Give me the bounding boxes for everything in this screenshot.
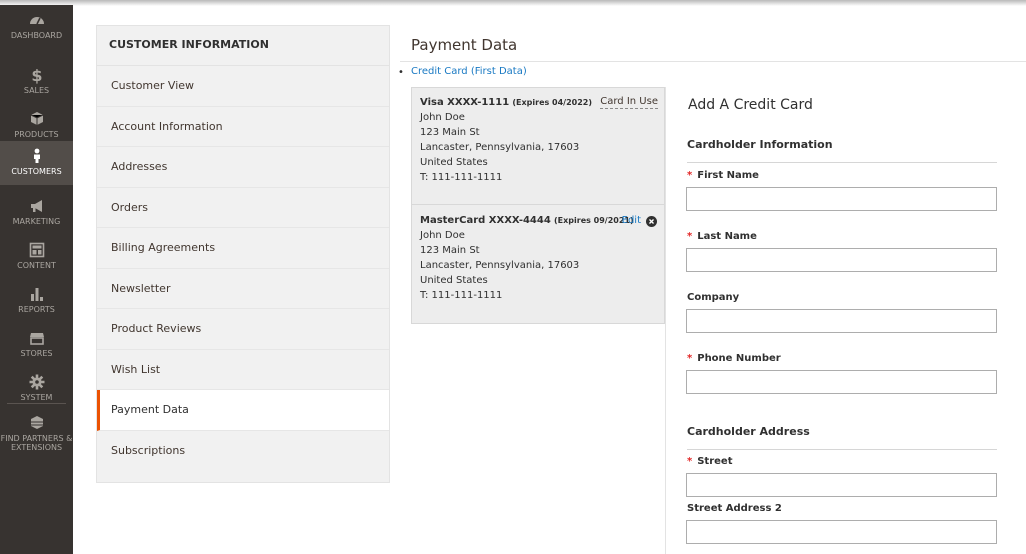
store-icon	[29, 333, 44, 345]
required-mark: *	[687, 170, 693, 181]
street2-label: Street Address 2	[687, 503, 782, 514]
gear-icon	[29, 374, 44, 390]
card-city: Lancaster, Pennsylvania, 17603	[420, 260, 580, 271]
company-label: Company	[687, 292, 740, 303]
nav-item-customers[interactable]: CUSTOMERS	[0, 141, 73, 185]
card-street: 123 Main St	[420, 127, 480, 138]
tab-product-reviews[interactable]: Product Reviews	[97, 309, 389, 350]
add-card-form: Add A Credit Card Cardholder Information…	[665, 87, 1026, 554]
card-expiry: (Expires 04/2022)	[512, 98, 593, 107]
nav-label: MARKETING	[12, 217, 61, 226]
form-title: Add A Credit Card	[688, 97, 813, 113]
company-input[interactable]	[686, 309, 997, 333]
cube-icon	[30, 112, 43, 125]
tab-newsletter[interactable]: Newsletter	[97, 269, 389, 309]
street-input[interactable]	[686, 473, 997, 497]
nav-label: STORES	[20, 349, 53, 358]
card-holder: John Doe	[420, 112, 465, 123]
tab-subscriptions[interactable]: Subscriptions	[97, 431, 389, 472]
nav-separator	[7, 403, 66, 404]
first-name-input[interactable]	[686, 187, 997, 211]
card-in-use-label: Card In Use	[600, 96, 658, 109]
nav-label: PRODUCTS	[14, 130, 59, 139]
bullet-icon: •	[398, 67, 404, 78]
title-divider	[400, 61, 1026, 62]
nav-item-dashboard[interactable]: DASHBOARD	[0, 5, 73, 49]
nav-item-system[interactable]: SYSTEM	[0, 367, 73, 411]
section-divider	[687, 162, 997, 163]
dashboard-icon	[29, 17, 44, 25]
nav-label: SALES	[23, 86, 50, 95]
tab-customer-view[interactable]: Customer View	[97, 66, 389, 107]
nav-item-partners[interactable]: FIND PARTNERS & EXTENSIONS	[0, 408, 73, 458]
card-phone: T: 111-111-1111	[420, 172, 503, 183]
edit-card-link[interactable]: Edit	[622, 215, 641, 226]
megaphone-icon	[30, 200, 42, 212]
cardholder-address-heading: Cardholder Address	[687, 425, 810, 438]
nav-item-content[interactable]: CONTENT	[0, 235, 73, 279]
bar-chart-icon	[30, 288, 43, 301]
payment-method-link[interactable]: Credit Card (First Data)	[411, 66, 527, 77]
required-mark: *	[687, 456, 693, 467]
layout-icon	[29, 242, 44, 258]
street-label: * Street	[687, 456, 733, 467]
tab-billing-agreements[interactable]: Billing Agreements	[97, 228, 389, 269]
nav-label: CONTENT	[17, 261, 56, 270]
person-icon	[33, 148, 40, 163]
street2-input[interactable]	[686, 520, 997, 544]
tab-payment-data[interactable]: Payment Data	[97, 390, 389, 431]
tab-account-information[interactable]: Account Information	[97, 107, 389, 147]
nav-item-sales[interactable]: $ SALES	[0, 60, 73, 104]
customer-info-title: CUSTOMER INFORMATION	[97, 26, 389, 66]
nav-label: DASHBOARD	[10, 31, 63, 40]
tab-addresses[interactable]: Addresses	[97, 147, 389, 188]
page-title: Payment Data	[411, 36, 518, 54]
card-country: United States	[420, 275, 488, 286]
nav-item-stores[interactable]: STORES	[0, 323, 73, 367]
card-city: Lancaster, Pennsylvania, 17603	[420, 142, 580, 153]
nav-item-reports[interactable]: REPORTS	[0, 279, 73, 323]
section-divider	[687, 449, 997, 450]
last-name-label: * Last Name	[687, 231, 757, 242]
nav-label: FIND PARTNERS & EXTENSIONS	[0, 434, 73, 452]
delete-card-icon[interactable]	[646, 216, 657, 227]
first-name-label: * First Name	[687, 170, 759, 181]
card-phone: T: 111-111-1111	[420, 290, 503, 301]
last-name-input[interactable]	[686, 248, 997, 272]
tab-wish-list[interactable]: Wish List	[97, 350, 389, 390]
card-divider	[412, 204, 666, 205]
top-shadow	[0, 0, 1026, 6]
required-mark: *	[687, 353, 693, 364]
tab-orders[interactable]: Orders	[97, 188, 389, 228]
svg-text:$: $	[31, 66, 42, 84]
saved-card: MasterCard XXXX-4444 (Expires 09/2021) J…	[420, 213, 660, 303]
phone-input[interactable]	[686, 370, 997, 394]
required-mark: *	[687, 231, 693, 242]
card-name: Visa XXXX-1111	[420, 97, 510, 108]
admin-sidebar: DASHBOARD $ SALES PRODUCTS CUSTOMERS MAR…	[0, 5, 73, 554]
nav-label: REPORTS	[18, 305, 55, 314]
cardholder-info-heading: Cardholder Information	[687, 138, 833, 151]
card-holder: John Doe	[420, 230, 465, 241]
customer-info-tabs: CUSTOMER INFORMATION Customer View Accou…	[96, 25, 390, 483]
partners-icon	[30, 416, 43, 429]
dollar-icon: $	[31, 66, 42, 84]
card-country: United States	[420, 157, 488, 168]
card-name: MasterCard XXXX-4444	[420, 215, 551, 226]
saved-cards-list: Visa XXXX-1111 (Expires 04/2022) John Do…	[411, 87, 666, 324]
nav-label: SYSTEM	[20, 393, 53, 402]
nav-label: CUSTOMERS	[11, 167, 62, 176]
phone-label: * Phone Number	[687, 353, 781, 364]
nav-item-marketing[interactable]: MARKETING	[0, 191, 73, 235]
card-street: 123 Main St	[420, 245, 480, 256]
